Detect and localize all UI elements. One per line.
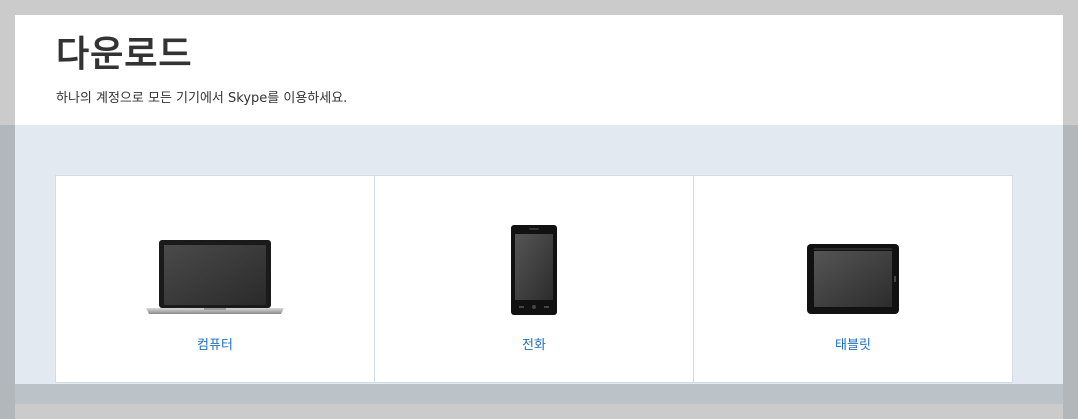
device-card-computer[interactable]: 컴퓨터 — [56, 176, 375, 382]
overlay-shade-bottom — [15, 384, 1063, 404]
device-label-computer: 컴퓨터 — [197, 338, 233, 353]
device-label-tablet: 태블릿 — [835, 338, 871, 353]
laptop-icon — [56, 216, 374, 316]
page-subtitle: 하나의 계정으로 모든 기기에서 Skype를 이용하세요. — [56, 91, 348, 106]
overlay-shade-left — [0, 125, 15, 419]
device-cards: 컴퓨터 전화 태블릿 — [55, 175, 1013, 383]
download-page: 다운로드 하나의 계정으로 모든 기기에서 Skype를 이용하세요. 컴퓨터 … — [15, 15, 1063, 404]
device-card-tablet[interactable]: 태블릿 — [694, 176, 1012, 382]
overlay-shade-right — [1063, 125, 1078, 419]
device-label-phone: 전화 — [522, 338, 546, 353]
tablet-icon — [694, 216, 1012, 316]
page-header: 다운로드 하나의 계정으로 모든 기기에서 Skype를 이용하세요. — [15, 15, 1063, 125]
phone-icon — [375, 216, 693, 316]
device-card-phone[interactable]: 전화 — [375, 176, 694, 382]
page-title: 다운로드 — [56, 34, 193, 75]
device-band: 컴퓨터 전화 태블릿 — [15, 125, 1063, 404]
